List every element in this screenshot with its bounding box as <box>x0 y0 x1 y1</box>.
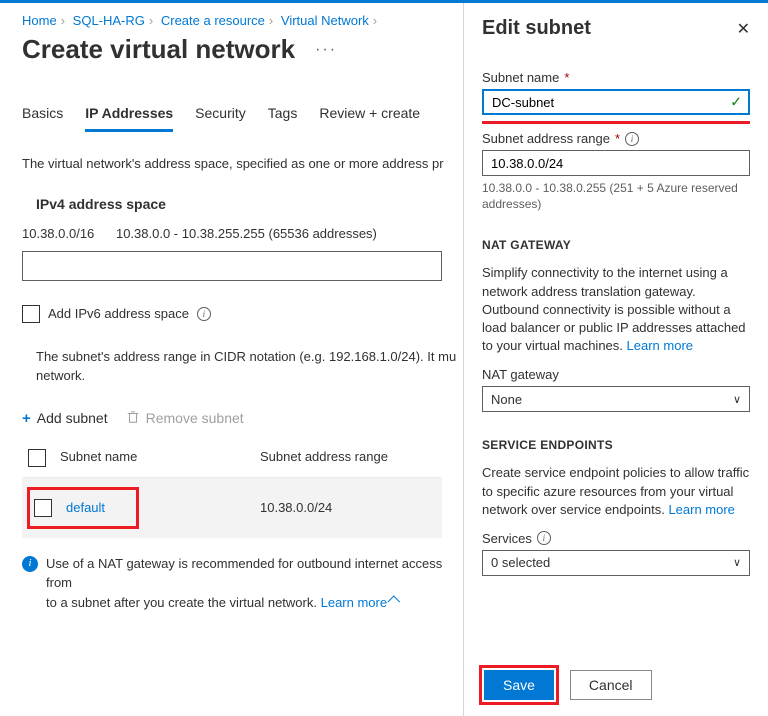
checkmark-icon: ✓ <box>730 94 742 111</box>
subnet-name-input[interactable] <box>482 89 750 115</box>
address-space-desc: The virtual network's address space, spe… <box>22 154 460 174</box>
tab-ip-addresses[interactable]: IP Addresses <box>85 105 173 132</box>
table-select-all[interactable] <box>28 449 46 467</box>
ipv6-label: Add IPv6 address space <box>48 306 189 321</box>
ipv4-cidr: 10.38.0.0/16 <box>22 226 94 241</box>
nat-gateway-select[interactable]: None ∨ <box>482 386 750 412</box>
ipv6-checkbox[interactable] <box>22 305 40 323</box>
services-value: 0 selected <box>491 555 550 570</box>
nat-para: Simplify connectivity to the internet us… <box>482 264 750 355</box>
tab-tags[interactable]: Tags <box>268 105 298 132</box>
page-title: Create virtual network <box>22 34 295 65</box>
add-subnet-label: Add subnet <box>37 410 108 426</box>
breadcrumb-create[interactable]: Create a resource <box>161 13 265 28</box>
subnet-default-link[interactable]: default <box>66 500 105 515</box>
subnet-desc: The subnet's address range in CIDR notat… <box>36 347 460 367</box>
remove-subnet-label: Remove subnet <box>146 410 244 426</box>
se-para: Create service endpoint policies to allo… <box>482 464 750 519</box>
col-subnet-name: Subnet name <box>60 449 260 467</box>
tab-security[interactable]: Security <box>195 105 246 132</box>
address-input[interactable] <box>22 251 442 281</box>
close-icon[interactable]: ✕ <box>737 19 750 39</box>
nat-gateway-value: None <box>491 392 522 407</box>
learn-more-link[interactable]: Learn more <box>668 502 734 517</box>
remove-subnet-button: Remove subnet <box>126 410 244 427</box>
nat-gateway-label: NAT gateway <box>482 367 750 382</box>
trash-icon <box>126 410 140 427</box>
subnet-name-label: Subnet name* <box>482 70 750 85</box>
ipv4-label: IPv4 address space <box>36 196 460 212</box>
tabs: Basics IP Addresses Security Tags Review… <box>22 105 460 132</box>
learn-more-link[interactable]: Learn more <box>321 595 399 610</box>
subnet-range-label: Subnet address range* i <box>482 131 750 146</box>
service-endpoints-heading: SERVICE ENDPOINTS <box>482 438 750 452</box>
nat-gateway-heading: NAT GATEWAY <box>482 238 750 252</box>
plus-icon: + <box>22 410 31 427</box>
tab-review[interactable]: Review + create <box>319 105 420 132</box>
add-subnet-button[interactable]: + Add subnet <box>22 410 108 427</box>
breadcrumb-home[interactable]: Home <box>22 13 57 28</box>
subnet-range-input[interactable] <box>482 150 750 176</box>
subnet-desc2: network. <box>36 366 460 386</box>
save-button[interactable]: Save <box>484 670 554 700</box>
tab-basics[interactable]: Basics <box>22 105 63 132</box>
info-icon[interactable]: i <box>625 132 639 146</box>
chevron-down-icon: ∨ <box>733 556 741 569</box>
row-checkbox[interactable] <box>34 499 52 517</box>
row-range: 10.38.0.0/24 <box>138 500 436 515</box>
services-select[interactable]: 0 selected ∨ <box>482 550 750 576</box>
cancel-button[interactable]: Cancel <box>570 670 652 700</box>
table-row[interactable]: default 10.38.0.0/24 <box>22 478 442 538</box>
ipv4-address-row: 10.38.0.0/16 10.38.0.0 - 10.38.255.255 (… <box>22 226 460 241</box>
breadcrumb: Home› SQL-HA-RG› Create a resource› Virt… <box>22 13 460 28</box>
info-icon: i <box>22 556 38 572</box>
info-icon[interactable]: i <box>537 531 551 545</box>
nat-note: Use of a NAT gateway is recommended for … <box>46 554 460 613</box>
info-icon[interactable]: i <box>197 307 211 321</box>
more-icon[interactable]: ··· <box>315 41 337 59</box>
breadcrumb-vnet[interactable]: Virtual Network <box>281 13 369 28</box>
ipv4-range: 10.38.0.0 - 10.38.255.255 (65536 address… <box>116 226 377 241</box>
col-subnet-range: Subnet address range <box>260 449 436 467</box>
panel-title: Edit subnet <box>482 17 591 40</box>
subnet-table-header: Subnet name Subnet address range <box>22 439 442 478</box>
services-label: Services i <box>482 531 750 546</box>
learn-more-link[interactable]: Learn more <box>627 338 693 353</box>
breadcrumb-rg[interactable]: SQL-HA-RG <box>73 13 145 28</box>
range-hint: 10.38.0.0 - 10.38.0.255 (251 + 5 Azure r… <box>482 180 750 212</box>
chevron-down-icon: ∨ <box>733 393 741 406</box>
